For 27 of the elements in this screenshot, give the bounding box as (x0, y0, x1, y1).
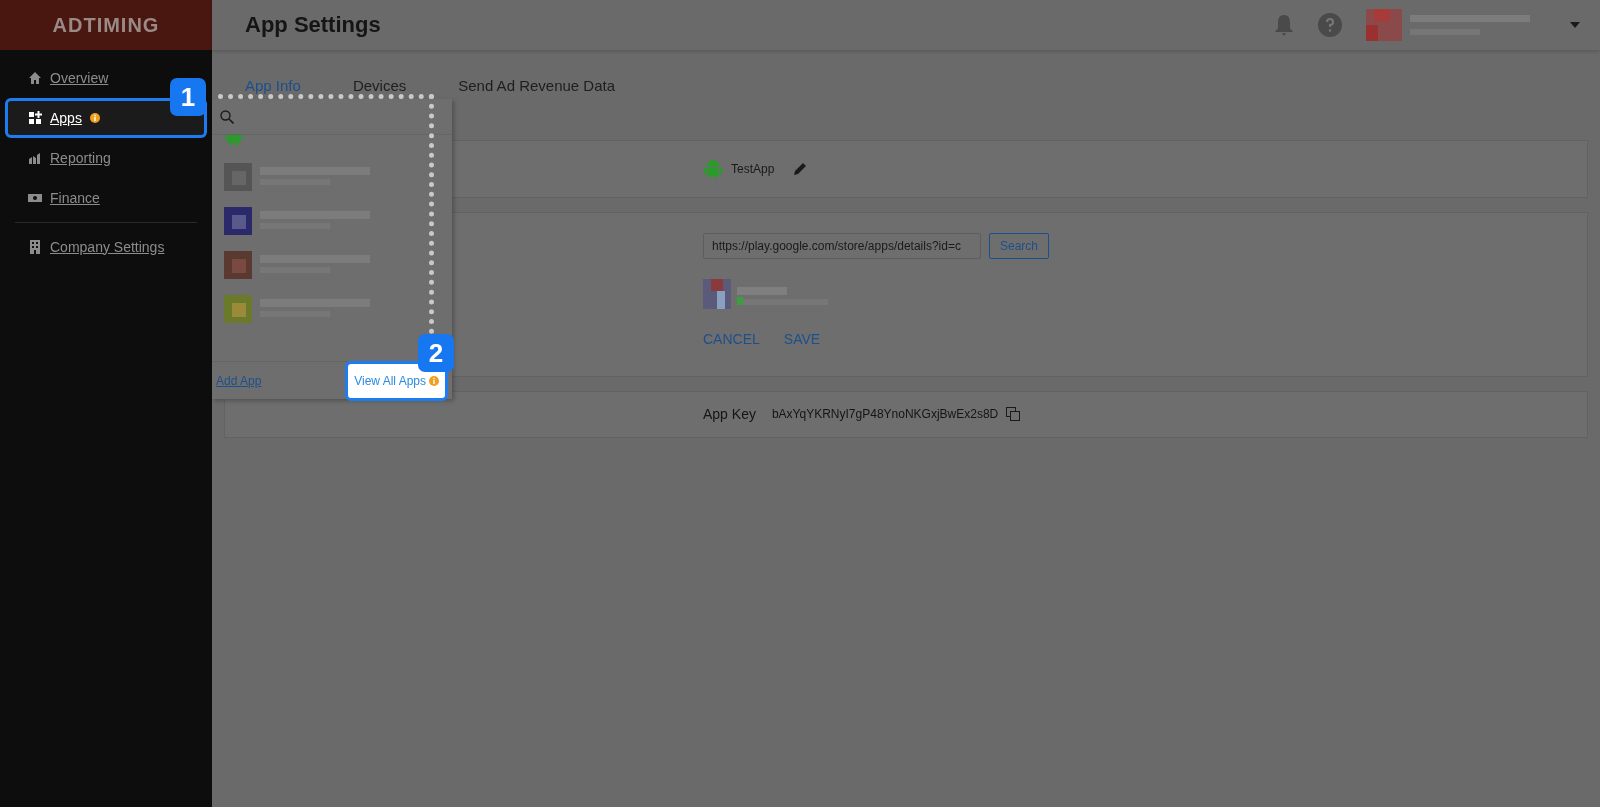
field-label: App Key (703, 404, 756, 424)
pencil-icon[interactable] (792, 160, 809, 177)
app-name: TestApp (731, 160, 775, 178)
callout-badge: 2 (418, 334, 454, 372)
chart-icon (28, 151, 42, 165)
page-title: App Settings (245, 11, 382, 39)
sidebar-item[interactable]: Finance (5, 178, 115, 218)
logo: ADTIMING (52, 13, 160, 38)
help-icon[interactable] (1318, 13, 1342, 37)
home-icon (28, 71, 42, 85)
url-field[interactable]: https://play.google.com/store/apps/details?id=c (703, 232, 981, 259)
grid-icon (28, 111, 42, 125)
tab[interactable]: Send Ad Revenue Data (458, 74, 616, 110)
sidebar-item[interactable]: Overview (5, 58, 124, 98)
android-icon (703, 157, 723, 180)
app-key-value: bAxYqYKRNyI7gP48YnoNKGxjBwEx2s8D (771, 406, 999, 423)
android-icon (224, 135, 244, 147)
search-icon[interactable] (220, 109, 234, 124)
sidebar-item[interactable]: Company Settings (5, 227, 180, 267)
info-icon (89, 113, 100, 123)
callout-badge: 1 (170, 78, 206, 116)
copy-icon[interactable] (1006, 407, 1021, 421)
building-icon (28, 240, 42, 254)
banknote-icon (28, 191, 42, 205)
sidebar-item[interactable]: Reporting (5, 138, 126, 178)
caret-icon[interactable] (1570, 21, 1580, 29)
tab[interactable]: Devices (352, 74, 407, 110)
